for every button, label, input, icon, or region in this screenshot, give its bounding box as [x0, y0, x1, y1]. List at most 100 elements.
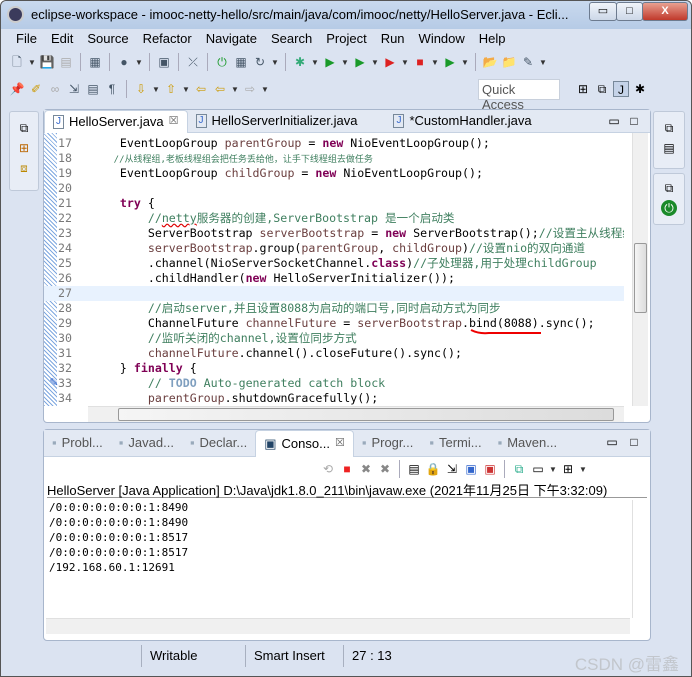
package-explorer-icon[interactable]: ⊞	[16, 140, 32, 156]
menu-project[interactable]: Project	[319, 31, 373, 49]
open-project-icon[interactable]: 📂	[482, 54, 498, 70]
dropdown-arrow-icon[interactable]: ▼	[539, 58, 547, 67]
view-tab-declaration[interactable]: ▪ Declar...	[182, 430, 255, 457]
prev-annotation-icon[interactable]: ⇧	[163, 81, 179, 97]
view-tab-terminal[interactable]: ▪ Termi...	[421, 430, 489, 457]
debug-icon[interactable]: ✱	[292, 54, 308, 70]
highlight-icon[interactable]: ✐	[28, 81, 44, 97]
menu-edit[interactable]: Edit	[44, 31, 80, 49]
view-tab-problems[interactable]: ▪ Probl...	[44, 430, 111, 457]
menu-window[interactable]: Window	[412, 31, 472, 49]
glasses-icon[interactable]: ∞	[47, 81, 63, 97]
menu-search[interactable]: Search	[264, 31, 319, 49]
menu-run[interactable]: Run	[374, 31, 412, 49]
run-last-icon[interactable]: ▶	[442, 54, 458, 70]
editor-vertical-scrollbar[interactable]	[632, 133, 648, 406]
open-perspective-icon[interactable]: ⊞	[575, 81, 591, 97]
display-console-icon[interactable]: ▭	[530, 461, 546, 477]
pin-console-icon[interactable]: ⟲	[320, 461, 336, 477]
scroll-lock-icon[interactable]: 🔒	[425, 461, 441, 477]
java-ee-icon[interactable]: ⧉	[594, 81, 610, 97]
close-button[interactable]: X	[642, 2, 688, 21]
last-edit-icon[interactable]: ⇦	[193, 81, 209, 97]
editor-horizontal-scrollbar[interactable]	[88, 406, 624, 422]
pin-icon[interactable]: ⧉	[511, 461, 527, 477]
next-annotation-icon[interactable]: ⇩	[133, 81, 149, 97]
close-tab-icon[interactable]: ☒	[335, 436, 345, 457]
link-icon[interactable]: ⤫	[185, 54, 201, 70]
spring-boot-dashboard-icon[interactable]: ⏻	[661, 200, 677, 216]
view-tab-maven[interactable]: ▪ Maven...	[490, 430, 565, 457]
menu-file[interactable]: File	[9, 31, 44, 49]
dropdown-arrow-icon[interactable]: ▼	[271, 58, 279, 67]
code-editor[interactable]: 17 EventLoopGroup parentGroup = new NioE…	[44, 133, 624, 406]
dropdown-arrow-icon[interactable]: ▼	[231, 85, 239, 94]
type-hierarchy-icon[interactable]: ⧈	[16, 160, 32, 176]
dropdown-arrow-icon[interactable]: ▼	[135, 58, 143, 67]
show-source-icon[interactable]: ▤	[85, 81, 101, 97]
back-icon[interactable]: ⇦	[212, 81, 228, 97]
scrollbar-thumb[interactable]	[634, 243, 647, 313]
pin-icon[interactable]: 📌	[9, 81, 25, 97]
run-tool-icon[interactable]: ▶	[382, 54, 398, 70]
new-icon[interactable]: 🗋	[9, 54, 25, 70]
open-type-icon[interactable]: 📁	[501, 54, 517, 70]
stop-icon[interactable]: ■	[412, 54, 428, 70]
dropdown-arrow-icon[interactable]: ▼	[341, 58, 349, 67]
scrollbar-thumb[interactable]	[118, 408, 614, 421]
clear-console-icon[interactable]: ▤	[406, 461, 422, 477]
word-wrap-icon[interactable]: ⇲	[444, 461, 460, 477]
restore-icon[interactable]: ⧉	[661, 120, 677, 136]
view-tab-progress[interactable]: ▪ Progr...	[354, 430, 422, 457]
console-icon[interactable]: ▣	[156, 54, 172, 70]
dropdown-arrow-icon[interactable]: ▼	[261, 85, 269, 94]
menu-source[interactable]: Source	[80, 31, 135, 49]
console-vertical-scrollbar[interactable]	[632, 500, 648, 618]
console-horizontal-scrollbar[interactable]	[46, 618, 630, 634]
brush-icon[interactable]: ✎	[520, 54, 536, 70]
menu-navigate[interactable]: Navigate	[199, 31, 264, 49]
dropdown-arrow-icon[interactable]: ▼	[461, 58, 469, 67]
show-stderr-icon[interactable]: ▣	[482, 461, 498, 477]
quick-access-input[interactable]: Quick Access	[478, 79, 560, 112]
dropdown-arrow-icon[interactable]: ▼	[28, 58, 36, 67]
forward-icon[interactable]: ⇨	[242, 81, 258, 97]
maximize-button[interactable]: □	[616, 2, 643, 21]
open-console-icon[interactable]: ⊞	[560, 461, 576, 477]
outline-icon[interactable]: ▤	[661, 140, 677, 156]
maximize-view-icon[interactable]: □	[626, 434, 642, 450]
toggle-block-icon[interactable]: ⇲	[66, 81, 82, 97]
minimize-view-icon[interactable]: ▭	[604, 434, 620, 450]
java-icon[interactable]: J	[613, 81, 629, 97]
dropdown-arrow-icon[interactable]: ▼	[182, 85, 190, 94]
menu-refactor[interactable]: Refactor	[136, 31, 199, 49]
editor-tab[interactable]: J *CustomHandler.java	[385, 110, 539, 133]
maximize-view-icon[interactable]: □	[626, 113, 642, 129]
dropdown-arrow-icon[interactable]: ▼	[431, 58, 439, 67]
view-tab-console[interactable]: ▣ Conso... ☒	[255, 430, 354, 457]
menu-help[interactable]: Help	[472, 31, 513, 49]
close-tab-icon[interactable]: ☒	[169, 114, 179, 133]
grid-icon[interactable]: ▦	[233, 54, 249, 70]
minimize-view-icon[interactable]: ▭	[606, 113, 622, 129]
profile-icon[interactable]: ●	[116, 54, 132, 70]
run-icon[interactable]: ▶	[322, 54, 338, 70]
show-stdout-icon[interactable]: ▣	[463, 461, 479, 477]
run-coverage-icon[interactable]: ▶	[352, 54, 368, 70]
remove-launch-icon[interactable]: ✖	[358, 461, 374, 477]
refresh-icon[interactable]: ↻	[252, 54, 268, 70]
save-icon[interactable]: 💾	[39, 54, 55, 70]
remove-all-icon[interactable]: ✖	[377, 461, 393, 477]
terminate-icon[interactable]: ■	[339, 461, 355, 477]
pilcrow-icon[interactable]: ¶	[104, 81, 120, 97]
spring-boot-icon[interactable]: ⏻	[214, 54, 230, 70]
save-all-icon[interactable]: ▤	[58, 54, 74, 70]
debug-perspective-icon[interactable]: ✱	[632, 81, 648, 97]
dropdown-arrow-icon[interactable]: ▼	[401, 58, 409, 67]
editor-tab[interactable]: J HelloServer.java ☒	[44, 110, 188, 133]
minimize-button[interactable]: ▭	[589, 2, 617, 21]
editor-tab[interactable]: J HelloServerInitializer.java	[188, 110, 366, 133]
restore-icon[interactable]: ⧉	[661, 180, 677, 196]
dropdown-arrow-icon[interactable]: ▼	[311, 58, 319, 67]
binary-icon[interactable]: ▦	[87, 54, 103, 70]
